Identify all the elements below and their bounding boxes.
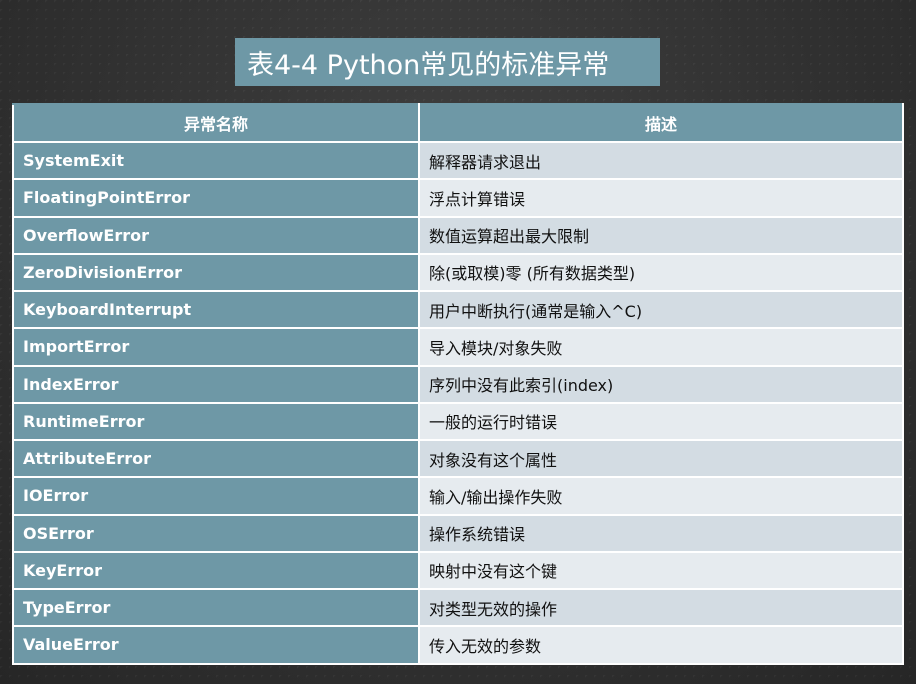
exception-name: FloatingPointError [12, 178, 420, 218]
exception-name: IndexError [12, 364, 420, 404]
exception-name: OverflowError [12, 215, 420, 255]
header-exception-name: 异常名称 [12, 103, 420, 143]
table-row: ValueError 传入无效的参数 [12, 625, 904, 665]
exception-description: 对象没有这个属性 [418, 438, 904, 479]
table-row: IndexError 序列中没有此索引(index) [12, 364, 904, 404]
exception-name: SystemExit [12, 140, 420, 181]
exception-name: AttributeError [12, 438, 420, 479]
table-row: IOError 输入/输出操作失败 [12, 476, 904, 516]
table-row: TypeError 对类型无效的操作 [12, 587, 904, 628]
table-row: ZeroDivisionError 除(或取模)零 (所有数据类型) [12, 252, 904, 293]
exception-description: 序列中没有此索引(index) [418, 364, 904, 404]
table-row: AttributeError 对象没有这个属性 [12, 438, 904, 479]
exception-description: 浮点计算错误 [418, 178, 904, 218]
exception-name: ZeroDivisionError [12, 252, 420, 293]
exception-name: IOError [12, 476, 420, 516]
exception-name: ValueError [12, 625, 420, 665]
table-row: FloatingPointError 浮点计算错误 [12, 178, 904, 218]
exception-name: OSError [12, 513, 420, 553]
table-row: OverflowError 数值运算超出最大限制 [12, 215, 904, 255]
exceptions-table-container: 异常名称 描述 SystemExit 解释器请求退出 FloatingPoint… [12, 103, 904, 665]
exception-name: RuntimeError [12, 401, 420, 442]
exception-name: KeyError [12, 550, 420, 591]
table-header-row: 异常名称 描述 [12, 103, 904, 143]
exception-description: 解释器请求退出 [418, 140, 904, 181]
exception-description: 输入/输出操作失败 [418, 476, 904, 516]
exception-description: 对类型无效的操作 [418, 587, 904, 628]
exception-description: 数值运算超出最大限制 [418, 215, 904, 255]
table-row: ImportError 导入模块/对象失败 [12, 327, 904, 367]
exceptions-table: 异常名称 描述 SystemExit 解释器请求退出 FloatingPoint… [12, 103, 904, 665]
exception-description: 传入无效的参数 [418, 625, 904, 665]
table-row: SystemExit 解释器请求退出 [12, 140, 904, 181]
exception-description: 除(或取模)零 (所有数据类型) [418, 252, 904, 293]
exception-description: 导入模块/对象失败 [418, 327, 904, 367]
table-row: KeyboardInterrupt 用户中断执行(通常是输入^C) [12, 289, 904, 330]
table-row: KeyError 映射中没有这个键 [12, 550, 904, 591]
table-row: RuntimeError 一般的运行时错误 [12, 401, 904, 442]
exception-name: KeyboardInterrupt [12, 289, 420, 330]
exception-description: 一般的运行时错误 [418, 401, 904, 442]
exception-description: 映射中没有这个键 [418, 550, 904, 591]
header-description: 描述 [418, 103, 904, 143]
slide-title-text: 表4-4 Python常见的标准异常 [247, 49, 610, 81]
slide-title: 表4-4 Python常见的标准异常 [235, 38, 660, 86]
exception-description: 用户中断执行(通常是输入^C) [418, 289, 904, 330]
exception-name: TypeError [12, 587, 420, 628]
exception-name: ImportError [12, 327, 420, 367]
table-row: OSError 操作系统错误 [12, 513, 904, 553]
exception-description: 操作系统错误 [418, 513, 904, 553]
